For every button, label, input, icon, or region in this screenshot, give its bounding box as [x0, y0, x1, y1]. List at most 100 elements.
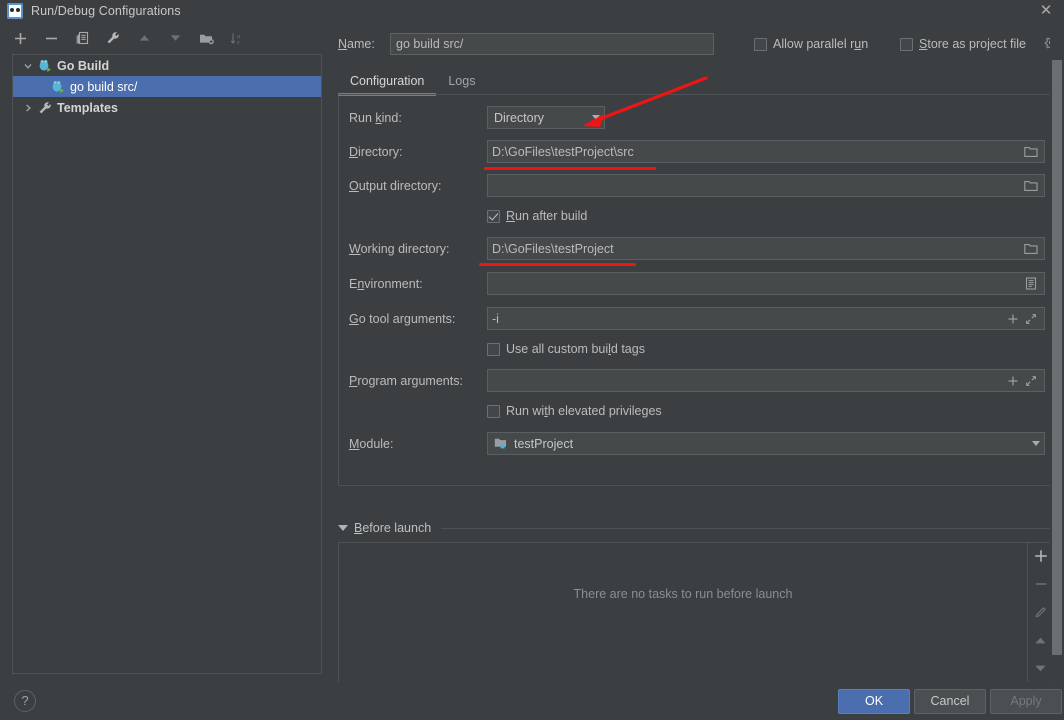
collapse-triangle-icon[interactable]: [338, 525, 348, 531]
chevron-down-icon: [1032, 441, 1040, 446]
chevron-down-icon: [592, 115, 600, 120]
go-logo-icon: [7, 3, 23, 19]
directory-label: Directory:: [349, 140, 402, 164]
folder-icon[interactable]: [1022, 176, 1040, 195]
tree-item-go-build-src[interactable]: go build src/: [13, 76, 321, 97]
move-up-button[interactable]: [134, 28, 154, 48]
environment-label: Environment:: [349, 272, 423, 296]
module-label: Module:: [349, 432, 393, 456]
add-button[interactable]: [10, 28, 30, 48]
store-as-project-file-checkbox[interactable]: Store as project file: [900, 37, 1026, 51]
chevron-right-icon[interactable]: [21, 101, 35, 115]
move-into-folder-button[interactable]: [196, 28, 216, 48]
plus-icon[interactable]: [1004, 309, 1022, 328]
expand-icon[interactable]: [1022, 371, 1040, 390]
move-task-up-button[interactable]: [1032, 632, 1050, 648]
allow-parallel-run-checkbox[interactable]: Allow parallel run: [754, 37, 868, 51]
use-all-custom-build-tags-checkbox[interactable]: Use all custom build tags: [487, 342, 645, 356]
run-kind-value: Directory: [494, 111, 586, 125]
before-launch-task-list[interactable]: There are no tasks to run before launch: [338, 542, 1054, 684]
run-kind-label: Run kind:: [349, 106, 402, 130]
add-task-button[interactable]: [1032, 548, 1050, 564]
environment-input[interactable]: [487, 272, 1045, 295]
dialog-footer: ? OK Cancel Apply https://blog.csdn.net/…: [0, 682, 1064, 720]
name-label: Name:: [330, 37, 390, 51]
go-build-icon: [51, 80, 65, 94]
edit-task-pencil-icon[interactable]: [1032, 604, 1050, 620]
module-select[interactable]: testProject: [487, 432, 1045, 455]
section-divider: [441, 528, 1054, 529]
before-launch-header: Before launch: [338, 519, 1054, 537]
working-directory-label: Working directory:: [349, 237, 450, 261]
name-input[interactable]: [390, 33, 714, 55]
apply-button[interactable]: Apply: [990, 689, 1062, 714]
wrench-icon: [38, 101, 52, 115]
list-icon[interactable]: [1022, 274, 1040, 293]
working-directory-value: D:\GoFiles\testProject: [492, 242, 1022, 256]
close-icon[interactable]: ✕: [1037, 2, 1055, 20]
configuration-editor-panel: Name: Allow parallel run Store as projec…: [330, 24, 1064, 681]
configuration-form: Run kind: Directory Directory: D:\GoFile…: [338, 96, 1054, 486]
vertical-scrollbar[interactable]: [1050, 24, 1064, 681]
svg-text:z: z: [237, 40, 240, 45]
checkbox-box: [487, 210, 500, 223]
output-directory-input[interactable]: [487, 174, 1045, 197]
module-folder-icon: [494, 437, 508, 450]
run-after-build-checkbox[interactable]: Run after build: [487, 209, 587, 223]
go-tool-arguments-input[interactable]: -i: [487, 307, 1045, 330]
tree-item-templates[interactable]: Templates: [13, 97, 321, 118]
tree-item-label: Go Build: [57, 59, 109, 73]
checkbox-box: [487, 405, 500, 418]
title-bar: Run/Debug Configurations ✕: [0, 0, 1064, 22]
program-arguments-label: Program arguments:: [349, 369, 463, 393]
program-arguments-input[interactable]: [487, 369, 1045, 392]
configurations-tree: Go Build go build src/: [12, 54, 322, 674]
expand-icon[interactable]: [1022, 309, 1040, 328]
before-launch-empty-message: There are no tasks to run before launch: [339, 587, 1027, 601]
edit-templates-wrench-button[interactable]: [103, 28, 123, 48]
directory-input[interactable]: D:\GoFiles\testProject\src: [487, 140, 1045, 163]
move-down-button[interactable]: [165, 28, 185, 48]
window-title: Run/Debug Configurations: [31, 4, 181, 18]
run-kind-select[interactable]: Directory: [487, 106, 605, 129]
copy-configuration-button[interactable]: [72, 28, 92, 48]
tab-logs[interactable]: Logs: [436, 68, 487, 94]
sidebar-toolbar: a z: [0, 24, 322, 52]
cancel-button[interactable]: Cancel: [914, 689, 986, 714]
ok-button[interactable]: OK: [838, 689, 910, 714]
editor-tabs: Configuration Logs: [330, 68, 1064, 96]
remove-button[interactable]: [41, 28, 61, 48]
tree-item-label: go build src/: [70, 80, 137, 94]
module-value: testProject: [514, 437, 1026, 451]
folder-icon[interactable]: [1022, 239, 1040, 258]
checkbox-box: [900, 38, 913, 51]
run-debug-configurations-dialog: Run/Debug Configurations ✕: [0, 0, 1064, 720]
tab-configuration[interactable]: Configuration: [338, 68, 436, 94]
move-task-down-button[interactable]: [1032, 660, 1050, 676]
checkbox-box: [487, 343, 500, 356]
before-launch-title: Before launch: [354, 521, 431, 535]
go-tool-arguments-label: Go tool arguments:: [349, 307, 455, 331]
run-after-build-label: Run after build: [506, 209, 587, 223]
allow-parallel-run-label: Allow parallel run: [773, 37, 868, 51]
folder-icon[interactable]: [1022, 142, 1040, 161]
store-as-project-file-label: Store as project file: [919, 37, 1026, 51]
sort-az-button[interactable]: a z: [227, 28, 247, 48]
use-all-custom-build-tags-label: Use all custom build tags: [506, 342, 645, 356]
tab-divider: [338, 94, 1064, 95]
run-with-elevated-privileges-label: Run with elevated privileges: [506, 404, 662, 418]
tree-item-label: Templates: [57, 101, 118, 115]
configurations-sidebar: a z: [0, 24, 322, 681]
go-build-icon: [38, 59, 52, 73]
help-button[interactable]: ?: [14, 690, 36, 712]
scrollbar-thumb[interactable]: [1052, 60, 1062, 655]
output-directory-label: Output directory:: [349, 174, 441, 198]
checkbox-box: [754, 38, 767, 51]
working-directory-input[interactable]: D:\GoFiles\testProject: [487, 237, 1045, 260]
remove-task-button[interactable]: [1032, 576, 1050, 592]
go-tool-arguments-value: -i: [492, 312, 1004, 326]
run-with-elevated-privileges-checkbox[interactable]: Run with elevated privileges: [487, 404, 662, 418]
plus-icon[interactable]: [1004, 371, 1022, 390]
chevron-down-icon[interactable]: [21, 59, 35, 73]
tree-item-go-build[interactable]: Go Build: [13, 55, 321, 76]
